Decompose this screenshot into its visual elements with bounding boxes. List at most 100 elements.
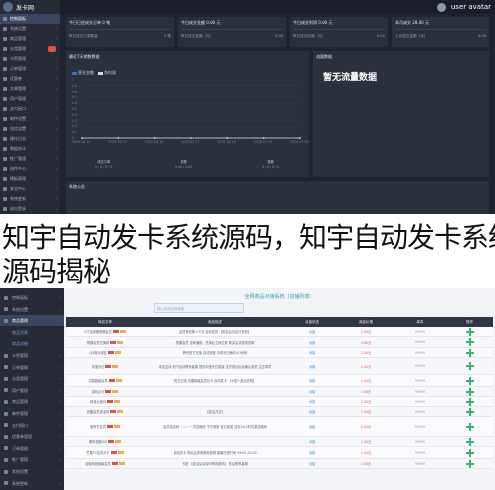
add-icon[interactable] <box>465 448 474 457</box>
table-row: 游戏点卡 对接 1.00元 99999 <box>66 387 493 397</box>
table-cell-op[interactable] <box>446 348 493 357</box>
table-cell-desc: 腾讯官方充值 自动到账 请填写正确的QQ号码 <box>144 348 286 357</box>
sidebar-item[interactable]: 用户管理 › <box>0 385 64 396</box>
sidebar-item[interactable]: 分类管理 › <box>0 373 64 384</box>
sidebar-item[interactable]: 其他设置 › <box>0 466 64 477</box>
product-name: 迅雷超级会员 <box>88 379 108 383</box>
add-icon[interactable] <box>465 437 474 446</box>
cell-text: 1.00元 <box>360 425 372 429</box>
table-cell-status: 对接 <box>286 327 338 336</box>
menu-icon <box>4 434 8 439</box>
table-cell-op[interactable] <box>446 358 493 374</box>
add-icon[interactable] <box>465 407 474 416</box>
table-cell-desc: 会员激活码 ☆☆☆ 一次性使用 不可退换 官方渠道 请在24小时内激活使用 <box>144 417 286 436</box>
table-cell-stock: 99999 <box>394 447 446 458</box>
add-icon[interactable] <box>465 397 474 406</box>
table-row: 芒果TV会员月卡 自动发卡 购买后查看使用说明 客服在线时间 09:00-22:0… <box>66 447 493 459</box>
table-cell-op[interactable] <box>446 459 493 468</box>
sidebar-item[interactable]: 控制面板 › <box>0 292 64 303</box>
table-cell-op[interactable] <box>446 437 493 446</box>
sidebar-item-label: 其他设置 <box>12 469 28 474</box>
add-icon[interactable] <box>465 362 474 370</box>
chevron-icon: › <box>58 353 60 358</box>
cell-text: 99999 <box>414 364 426 368</box>
sidebar-item[interactable]: 商品对接 <box>0 338 64 349</box>
sidebar-item[interactable]: 系统更新 › <box>0 478 64 489</box>
main-content: 全网商品对接系统（店铺列表） 输入商品名称搜索 商品名称 商品描述 对接状态 商品价格… <box>64 288 495 490</box>
add-icon[interactable] <box>465 387 474 396</box>
table-cell-name: 芒果TV会员月卡 <box>66 447 144 458</box>
table-cell-status: 对接 <box>286 375 338 386</box>
chevron-icon: › <box>58 422 60 428</box>
sidebar-item[interactable]: 订单管理 › <box>0 443 64 454</box>
add-icon[interactable] <box>465 348 474 357</box>
table-cell-op[interactable] <box>446 375 493 386</box>
hot-tag <box>106 400 113 403</box>
data-point <box>117 137 120 139</box>
sidebar-item-label: 控制面板 <box>12 295 28 300</box>
table-cell-name: 网易云音乐 <box>66 397 144 406</box>
table-cell-desc: 【激活方法】 <box>144 407 286 416</box>
table-cell-stock: 99999 <box>394 358 446 374</box>
cell-text: 腾讯官方充值 自动到账 请填写正确的QQ号码 <box>182 351 248 355</box>
table-cell-op[interactable] <box>446 397 493 406</box>
table-cell-name: 4寸全周期视频会员 <box>66 327 144 336</box>
table-cell-op[interactable] <box>446 417 493 436</box>
table-cell-op[interactable] <box>446 327 493 336</box>
total-value: 0 / 0 / 0 / 0 <box>262 165 280 169</box>
chevron-icon: › <box>58 469 60 474</box>
sidebar-item[interactable]: 卡密管理 › <box>0 350 64 361</box>
menu-icon <box>4 307 8 312</box>
add-icon[interactable] <box>465 338 474 346</box>
table-cell-name: 游戏点卡 <box>66 387 144 396</box>
sidebar-item[interactable]: 支付接口 › <box>0 420 64 431</box>
table-cell-op[interactable] <box>446 447 493 458</box>
table-cell-desc: 快播会员 全网通用，兑换后立即生效 购买后请查看说明 <box>144 337 286 347</box>
product-name: 百度网盘超级会员 <box>85 462 111 466</box>
product-name: 芒果TV会员月卡 <box>86 451 110 455</box>
sidebar-item[interactable]: 商品管理 › <box>0 396 64 407</box>
table-cell-op[interactable] <box>446 337 493 347</box>
menu-icon <box>4 423 8 428</box>
cell-text: 本店支持 拍下后请联系客服 提供淘宝代付链接 支付成功后请确认收货 注意事项 <box>158 364 272 369</box>
y-tick-label: 0.7 <box>72 95 78 100</box>
sidebar-item[interactable]: 订单管理 › <box>0 362 64 373</box>
sidebar-item[interactable]: 推广管理 › <box>0 454 64 465</box>
menu-icon <box>4 469 8 474</box>
product-name: 淘宝代付 <box>91 364 105 369</box>
sidebar-item[interactable]: 系统设置 › <box>0 304 64 315</box>
sidebar-item[interactable]: 邮件管理 › <box>0 408 64 419</box>
add-icon[interactable] <box>465 459 474 468</box>
add-icon[interactable] <box>465 422 474 431</box>
sidebar-item[interactable]: 优惠券管理 › <box>0 431 64 442</box>
total-value: 0.00 / 0.00 <box>175 165 193 169</box>
cell-text: 1.00元 <box>360 400 372 404</box>
menu-icon <box>4 399 8 404</box>
cell-text: 对接 <box>308 400 316 404</box>
sidebar-item-label: 商品管理 <box>12 399 28 405</box>
add-icon[interactable] <box>465 376 474 385</box>
add-icon[interactable] <box>465 327 474 336</box>
table-cell-price: 1.00元 <box>338 375 394 386</box>
table-cell-status: 对接 <box>286 407 338 416</box>
table-cell-op[interactable] <box>446 407 493 416</box>
menu-icon <box>4 457 8 462</box>
table-row: 4寸全周期视频会员 会员有效期 1个月 自动发货 【购买后请自行查看】 对接 1.00… <box>66 327 493 337</box>
table-cell-desc: 官方正版 迅雷超级会员月卡 自动发卡 【卡密+激活说明】 <box>144 375 286 386</box>
sidebar-item-label: 优惠券管理 <box>12 434 32 440</box>
hot-tag <box>112 330 119 333</box>
x-tick-label: 2020-04-19 <box>253 140 273 144</box>
cell-text: 【激活方法】 <box>205 410 225 414</box>
table-cell-stock: 99999 <box>394 387 446 396</box>
menu-icon <box>4 295 8 300</box>
table-cell-op[interactable] <box>446 387 493 396</box>
x-tick-label: 2020-04-17 <box>181 140 200 144</box>
search-input[interactable]: 输入商品名称搜索 <box>154 303 244 313</box>
sidebar-item[interactable]: 商品管理 › <box>0 315 64 327</box>
sidebar-item[interactable]: 商品列表 <box>0 327 64 338</box>
product-name: 腾讯视频VIP <box>89 440 107 444</box>
x-tick-label: 2020-04-14 <box>72 140 91 144</box>
cell-text: 1.00元 <box>360 440 372 444</box>
data-point <box>226 137 229 139</box>
table-row: 爱奇艺会员 会员激活码 ☆☆☆ 一次性使用 不可退换 官方渠道 请在24小时内激活… <box>66 417 493 437</box>
